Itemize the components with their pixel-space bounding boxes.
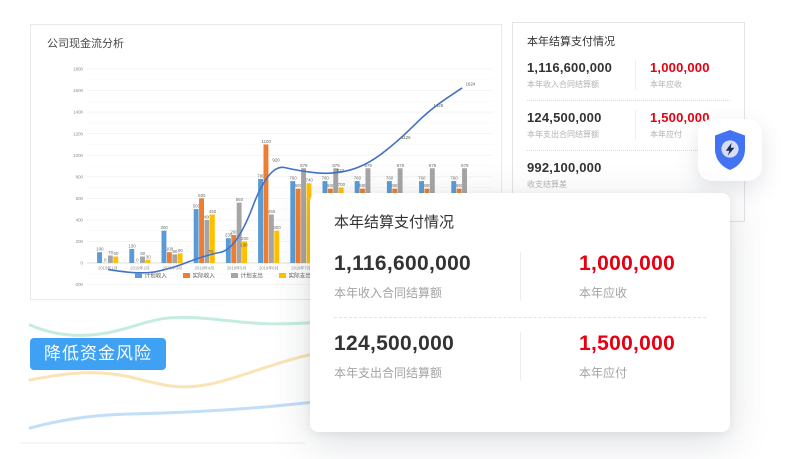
summary-row-income: 1,116,600,000 本年收入合同结算额 1,000,000 本年应收	[527, 57, 730, 96]
y-tick-label: -200	[74, 282, 83, 287]
y-tick-label: 600	[76, 196, 84, 201]
bar-value-label: 760	[289, 176, 297, 181]
popup-expense-settlement-value: 124,500,000	[334, 332, 520, 356]
bar-value-label: 300	[161, 225, 169, 230]
expense-settlement-label: 本年支出合同结算额	[527, 129, 635, 140]
y-tick-label: 0	[81, 261, 84, 266]
income-settlement-value: 1,116,600,000	[527, 60, 635, 75]
income-settlement-label: 本年收入合同结算额	[527, 79, 635, 90]
popup-title: 本年结算支付情况	[334, 211, 706, 232]
receivable-label: 本年应收	[650, 79, 710, 90]
x-tick-label: 2019年6月	[259, 265, 279, 271]
bar-value-label: 740	[306, 178, 314, 183]
bar-value-label: 450	[268, 209, 276, 214]
bar-value-label: 600	[198, 193, 206, 198]
popup-payable-value: 1,500,000	[579, 332, 675, 356]
popup-receivable-label: 本年应收	[579, 284, 675, 301]
x-tick-label: 2019年3月	[163, 265, 183, 271]
shield-lightning-icon	[711, 129, 749, 171]
bar-value-label: 60	[114, 251, 119, 256]
y-tick-label: 1200	[73, 131, 83, 136]
y-tick-label: 800	[76, 174, 84, 179]
popup-row-expense: 124,500,000 本年支出合同结算额 1,500,000 本年应付	[334, 326, 706, 391]
x-tick-label: 2019年5月	[227, 265, 247, 271]
line-value-label: 1126	[401, 135, 411, 140]
legend-label: 计划支出	[241, 272, 263, 280]
bar-value-label: 879	[461, 163, 469, 168]
bar-value-label: 760	[386, 176, 394, 181]
y-tick-label: 1600	[73, 88, 83, 93]
reduce-risk-badge[interactable]: 降低资金风险	[30, 338, 166, 370]
bar-value-label: 450	[209, 209, 217, 214]
bar-value-label: 30	[146, 254, 151, 259]
popup-income-settlement-value: 1,116,600,000	[334, 252, 520, 276]
popup-row-income: 1,116,600,000 本年收入合同结算额 1,000,000 本年应收	[334, 246, 706, 311]
expense-settlement-value: 124,500,000	[527, 110, 635, 125]
bar-value-label: 760	[322, 176, 330, 181]
y-tick-label: 1800	[73, 67, 83, 72]
bar-value-label: 760	[418, 176, 426, 181]
bar-value-label: 200	[241, 236, 249, 241]
bar-value-label: 560	[236, 197, 244, 202]
popup-divider	[334, 317, 706, 318]
bar-value-label: 90	[178, 248, 183, 253]
x-tick-label: 2019年7月	[291, 265, 311, 271]
balance-value: 992,100,000	[527, 160, 635, 175]
legend-label: 实际支出	[289, 272, 311, 280]
summary-panel-title: 本年结算支付情况	[527, 33, 730, 49]
shield-icon-card	[698, 119, 762, 181]
y-tick-label: 1000	[73, 153, 83, 158]
bar-value-label: 0	[104, 258, 107, 263]
x-tick-label: 2019年2月	[130, 265, 150, 271]
settlement-popup-card: 本年结算支付情况 1,116,600,000 本年收入合同结算额 1,000,0…	[310, 193, 730, 432]
bar-value-label: 879	[300, 163, 308, 168]
bar-value-label: 760	[354, 176, 362, 181]
bar-value-label: 879	[397, 163, 405, 168]
bar-value-label: 1100	[261, 139, 271, 144]
balance-label: 收支结算差	[527, 179, 635, 190]
y-tick-label: 1400	[73, 110, 83, 115]
bar-value-label: 879	[429, 163, 437, 168]
line-value-label: 1624	[466, 81, 476, 86]
chart-title: 公司现金流分析	[47, 35, 124, 51]
y-tick-label: 200	[76, 239, 84, 244]
line-value-label: 130	[240, 242, 248, 247]
x-tick-label: 2019年1月	[98, 265, 118, 271]
line-value-label: 1425	[433, 103, 443, 108]
popup-payable-label: 本年应付	[579, 364, 675, 381]
line-value-label: 822	[337, 168, 345, 173]
x-tick-label: 2019年4月	[195, 265, 215, 271]
summary-divider	[527, 100, 730, 101]
legend-label: 实际收入	[193, 272, 216, 280]
bar-value-label: 100	[96, 247, 104, 252]
bar-value-label: 130	[128, 243, 136, 248]
line-value-label: 70	[208, 249, 213, 254]
popup-receivable-value: 1,000,000	[579, 252, 675, 276]
receivable-value: 1,000,000	[650, 60, 710, 75]
popup-expense-settlement-label: 本年支出合同结算额	[334, 364, 520, 381]
legend-label: 计划收入	[145, 272, 168, 280]
bar-value-label: 0	[136, 258, 139, 263]
popup-income-settlement-label: 本年收入合同结算额	[334, 284, 520, 301]
bar-value-label: 760	[450, 176, 458, 181]
y-tick-label: 400	[76, 217, 84, 222]
bar-value-label: 300	[273, 225, 281, 230]
line-value-label: 920	[272, 157, 280, 162]
bar-value-label: 700	[338, 182, 346, 187]
